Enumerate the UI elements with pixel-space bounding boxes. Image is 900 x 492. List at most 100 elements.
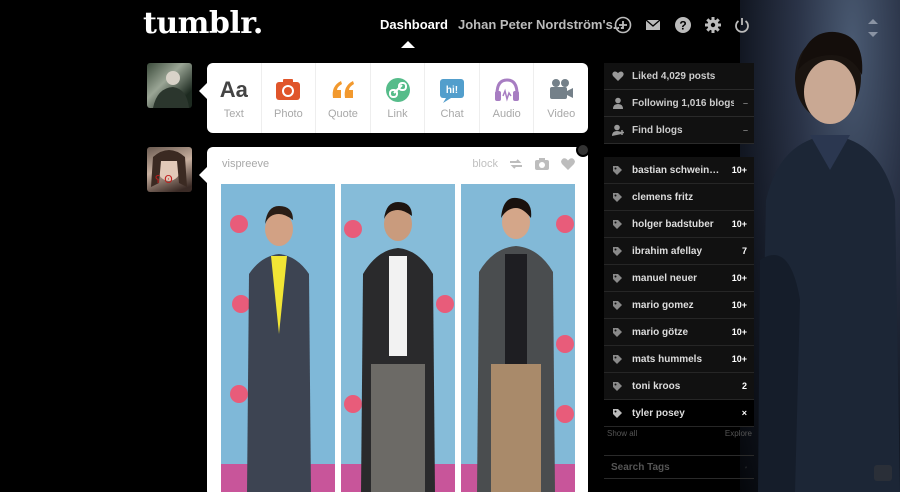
active-nav-caret (401, 41, 415, 48)
tag-item[interactable]: holger badstuber 10+ (604, 211, 754, 238)
post-type-quote[interactable]: Quote (316, 63, 371, 133)
nav-dashboard[interactable]: Dashboard (380, 17, 448, 32)
heart-icon[interactable] (560, 156, 576, 172)
photo-1[interactable] (221, 184, 335, 492)
tag-item[interactable]: mario gomez 10+ (604, 292, 754, 319)
help-icon[interactable]: ? (674, 16, 692, 34)
post-pointer (199, 167, 207, 183)
sidebar-item-label: Liked 4,029 posts (632, 70, 716, 82)
tag-icon (613, 327, 622, 337)
tag-count: 10+ (731, 273, 747, 283)
post-type-label: Video (547, 108, 576, 120)
post-type-photo[interactable]: Photo (262, 63, 317, 133)
tag-item[interactable]: mario götze 10+ (604, 319, 754, 346)
svg-text:ʕ ʘ: ʕ ʘ (155, 173, 173, 186)
tag-name: mario gomez (632, 299, 694, 311)
tag-name: tyler posey (632, 407, 685, 419)
post-type-text[interactable]: Aa Text (207, 63, 262, 133)
background-person-image (758, 31, 900, 492)
search-tags-input[interactable] (611, 461, 745, 473)
tag-item-active[interactable]: tyler posey × (604, 400, 754, 427)
post-type-audio[interactable]: Audio (480, 63, 535, 133)
tag-item[interactable]: manuel neuer 10+ (604, 265, 754, 292)
tag-icon (613, 381, 622, 391)
power-icon[interactable] (733, 16, 751, 34)
post-controls: block (472, 156, 576, 172)
gear-icon[interactable] (704, 16, 722, 34)
nav-blog-menu[interactable]: Johan Peter Nordström's... (458, 17, 624, 32)
photo-2[interactable] (341, 184, 455, 492)
link-icon (385, 78, 410, 102)
tag-icon (613, 219, 622, 229)
tag-item[interactable]: bastian schweinste... 10+ (604, 157, 754, 184)
tag-item[interactable]: ibrahim afellay 7 (604, 238, 754, 265)
tag-count: 7 (741, 246, 747, 256)
scroll-arrows[interactable] (866, 16, 880, 40)
explore-link[interactable]: Explore (725, 429, 752, 438)
tag-count: 2 (741, 381, 747, 391)
text-icon: Aa (219, 77, 248, 102)
show-all-link[interactable]: Show all (607, 429, 637, 438)
tag-icon (613, 246, 622, 256)
photo-3[interactable] (461, 184, 575, 492)
post-type-label: Text (223, 108, 244, 120)
tag-icon (613, 165, 622, 175)
post-type-label: Audio (492, 108, 521, 120)
chevron-icon: – (742, 125, 748, 135)
tag-item[interactable]: mats hummels 10+ (604, 346, 754, 373)
block-button[interactable]: block (472, 158, 498, 170)
untrack-tag-button[interactable]: × (721, 408, 747, 418)
search-icon[interactable] (745, 462, 747, 473)
post-type-label: Photo (273, 108, 303, 120)
plus-icon[interactable] (614, 16, 632, 34)
heart-icon (612, 71, 624, 81)
tracked-tags-list: bastian schweinste... 10+ clemens fritz … (604, 157, 754, 427)
post-type-link[interactable]: Link (371, 63, 426, 133)
chat-icon: hi! (440, 79, 465, 103)
svg-text:hi!: hi! (446, 85, 458, 96)
tumblr-logo[interactable]: tumblr. (143, 6, 263, 41)
tag-name: clemens fritz (632, 191, 694, 203)
sidebar-item-liked[interactable]: Liked 4,029 posts (604, 63, 754, 90)
tag-count: 10+ (731, 219, 747, 229)
photo-set[interactable] (221, 184, 575, 492)
post-type-label: Quote (327, 108, 358, 120)
headphones-icon (494, 78, 519, 102)
tags-footer: Show all Explore (607, 429, 752, 438)
tag-name: toni kroos (632, 380, 681, 392)
tag-name: mario götze (632, 326, 689, 338)
user-avatar[interactable] (147, 63, 192, 108)
sidebar-item-following[interactable]: Following 1,016 blogs – (604, 90, 754, 117)
post-author-name[interactable]: vispreeve (222, 158, 269, 170)
tag-item[interactable]: clemens fritz (604, 184, 754, 211)
tag-count: 10+ (731, 165, 747, 175)
tag-name: ibrahim afellay (632, 245, 703, 257)
tag-icon (613, 408, 622, 418)
add-person-icon (612, 124, 624, 136)
post-type-label: Link (387, 108, 408, 120)
photo-icon[interactable] (534, 156, 550, 172)
sidebar-account: Liked 4,029 posts Following 1,016 blogs … (604, 63, 754, 144)
post-type-bar: Aa Text Photo Quote Link hi! Chat Audio … (199, 63, 588, 133)
share-icon[interactable] (874, 465, 892, 481)
quote-icon (332, 81, 354, 98)
post-type-chat[interactable]: hi! Chat (425, 63, 480, 133)
post-dismiss-button[interactable] (576, 143, 590, 157)
camera-icon (276, 79, 301, 100)
tag-icon (613, 300, 622, 310)
chevron-icon: – (742, 98, 748, 108)
tag-icon (613, 273, 622, 283)
person-icon (613, 97, 623, 109)
reblog-icon[interactable] (508, 156, 524, 172)
sidebar-item-find-blogs[interactable]: Find blogs – (604, 117, 754, 144)
search-tags-box (604, 455, 754, 479)
post-author-avatar[interactable]: ʕ ʘ (147, 147, 192, 192)
post-type-video[interactable]: Video (534, 63, 588, 133)
tag-count: 10+ (731, 354, 747, 364)
mail-icon[interactable] (644, 16, 662, 34)
tag-item[interactable]: toni kroos 2 (604, 373, 754, 400)
tag-icon (613, 192, 622, 202)
tag-icon (613, 354, 622, 364)
sidebar-item-label: Find blogs (632, 124, 683, 136)
video-camera-icon (550, 79, 574, 99)
